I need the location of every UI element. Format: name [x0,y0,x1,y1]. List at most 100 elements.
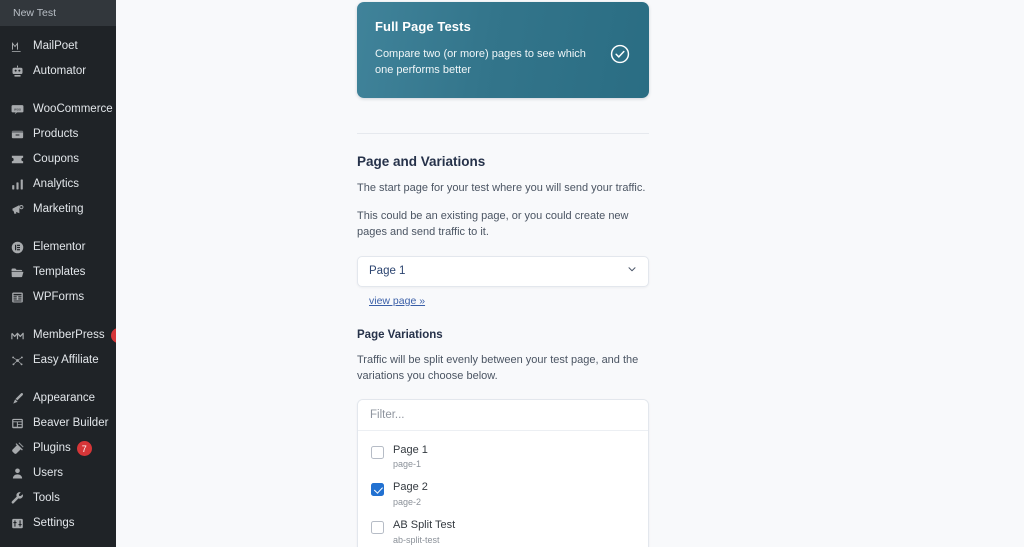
automator-robot-icon [9,63,26,80]
page-and-variations-paragraph-1: The start page for your test where you w… [357,182,646,194]
sidebar-item-tools[interactable]: Tools [0,486,116,511]
sidebar-item-label: Analytics [33,177,80,190]
sidebar-item-memberpress[interactable]: MemberPress1 [0,323,116,348]
sidebar-item-label: Marketing [33,202,84,215]
wpforms-icon [9,289,26,306]
sidebar-header-label: New Test [13,7,56,19]
sidebar-header: New Test [0,0,116,26]
list-item-title: Page 1 [393,443,428,456]
mailpoet-icon [9,38,26,55]
variations-scroll-area[interactable]: conversion-pagePage 1page-1Page 2page-2A… [358,432,648,547]
sidebar-item-automator[interactable]: Automator [0,59,116,84]
list-item-slug: page-1 [393,459,422,470]
sidebar-item-coupons[interactable]: Coupons [0,147,116,172]
sidebar-group-2: Elementor Templates WPForms [0,231,116,314]
view-page-link[interactable]: view page » [369,295,425,307]
list-item[interactable]: Page 2 page-2 [358,475,648,513]
list-item-title: AB Split Test [393,519,456,532]
start-page-select-value: Page 1 [369,265,406,277]
products-box-icon [9,126,26,143]
banner-title: Full Page Tests [375,19,471,34]
sidebar-menu: MailPoet Automator woo WooCommerce Products C… [0,26,116,547]
list-item-text: Page 1 page-1 [393,444,428,470]
sidebar-item-users[interactable]: Users [0,461,116,486]
sidebar-group-0: MailPoet Automator [0,30,116,88]
settings-sliders-icon [9,515,26,532]
form-column: Full Page Tests Compare two (or more) pa… [357,0,649,547]
templates-folder-icon [9,264,26,281]
sidebar-item-appearance[interactable]: Appearance [0,386,116,411]
banner-description: Compare two (or more) pages to see which… [375,48,586,76]
plugins-plug-icon [9,440,26,457]
checkbox[interactable] [371,483,384,497]
sidebar-item-templates[interactable]: Templates [0,260,116,285]
page-and-variations-paragraph-2: This could be an existing page, or you c… [357,209,629,239]
checkbox[interactable] [371,521,384,535]
check-circle-icon [609,43,631,65]
banner-text: Full Page Tests Compare two (or more) pa… [375,19,609,98]
sidebar-group-4: Appearance Beaver Builder Plugins 7 Users Too… [0,382,116,540]
memberpress-icon [9,327,26,344]
sidebar-item-label: WooCommerce [33,102,113,115]
appearance-brush-icon [9,390,26,407]
sidebar-group-3: MemberPress1 Easy Affiliate [0,319,116,377]
sidebar-item-label: MailPoet [33,39,78,52]
sidebar-item-beaver-builder[interactable]: Beaver Builder [0,411,116,436]
page-variations-paragraph: Traffic will be split evenly between you… [357,353,639,383]
sidebar-item-label: MemberPress [33,328,105,341]
section-divider [357,133,649,134]
analytics-bars-icon [9,176,26,193]
list-item-slug: page-2 [393,497,422,508]
admin-sidebar: New Test MailPoet Automator woo WooCommerce… [0,0,116,547]
sidebar-item-label: Coupons [33,152,80,165]
tools-wrench-icon [9,490,26,507]
sidebar-item-label: Plugins [33,441,71,454]
beaver-builder-icon [9,415,26,432]
list-item-title: Page 2 [393,481,428,494]
sidebar-item-label: Products [33,127,79,140]
sidebar-item-badge: 7 [76,441,92,456]
sidebar-item-label: WPForms [33,290,85,303]
page-variations-list-card: conversion-pagePage 1page-1Page 2page-2A… [357,398,649,547]
admin-page: New Test MailPoet Automator woo WooCommerce… [0,0,1024,547]
sidebar-item-marketing[interactable]: Marketing [0,197,116,222]
list-item[interactable]: AB Split Test ab-split-test [358,513,648,547]
sidebar-item-label: Settings [33,516,75,529]
sidebar-item-woocommerce[interactable]: woo WooCommerce [0,97,116,122]
list-item[interactable]: Page 1 page-1 [358,438,648,476]
sidebar-item-easy-affiliate[interactable]: Easy Affiliate [0,348,116,373]
list-item-text: Page 2 page-2 [393,481,428,507]
start-page-select-wrap: Page 1 [357,255,649,287]
elementor-icon [9,239,26,256]
variations-list: conversion-pagePage 1page-1Page 2page-2A… [358,432,648,547]
filter-input[interactable] [358,399,648,431]
checkbox[interactable] [371,445,384,459]
coupons-ticket-icon [9,151,26,168]
sidebar-item-label: Tools [33,491,60,504]
sidebar-item-settings[interactable]: Settings [0,511,116,536]
sidebar-item-wpforms[interactable]: WPForms [0,285,116,310]
marketing-megaphone-icon [9,201,26,218]
woocommerce-icon: woo [9,101,26,118]
sidebar-item-label: Automator [33,64,87,77]
sidebar-item-label: Beaver Builder [33,416,109,429]
main-area: Full Page Tests Compare two (or more) pa… [116,0,1024,547]
sidebar-item-analytics[interactable]: Analytics [0,172,116,197]
sidebar-item-label: Appearance [33,391,96,404]
sidebar-item-mailpoet[interactable]: MailPoet [0,34,116,59]
start-page-select[interactable]: Page 1 [357,255,649,287]
easy-affiliate-icon [9,352,26,369]
sidebar-item-label: Templates [33,265,86,278]
list-item-text: AB Split Test ab-split-test [393,519,455,545]
page-and-variations-heading: Page and Variations [357,154,486,169]
sidebar-item-label: Users [33,466,64,479]
svg-text:woo: woo [14,107,21,111]
sidebar-item-products[interactable]: Products [0,122,116,147]
sidebar-item-label: Easy Affiliate [33,353,99,366]
sidebar-item-elementor[interactable]: Elementor [0,235,116,260]
sidebar-item-plugins[interactable]: Plugins 7 [0,436,116,461]
users-icon [9,465,26,482]
page-variations-heading: Page Variations [357,328,443,341]
list-item-slug: ab-split-test [393,535,440,546]
full-page-tests-card[interactable]: Full Page Tests Compare two (or more) pa… [357,2,649,98]
